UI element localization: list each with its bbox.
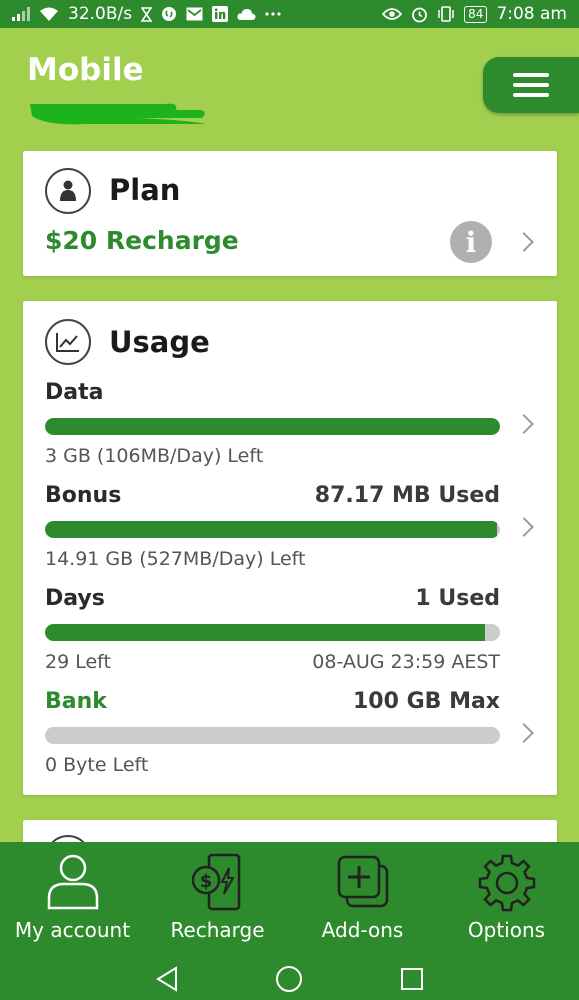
data-label: Data bbox=[45, 380, 104, 405]
usage-title: Usage bbox=[109, 325, 210, 359]
status-bar: 32.0B/s 84 7:08 am bbox=[0, 0, 579, 28]
signal-icon bbox=[12, 7, 30, 21]
network-speed: 32.0B/s bbox=[68, 4, 133, 24]
person-icon bbox=[47, 854, 98, 910]
bank-remaining: 0 Byte Left bbox=[45, 754, 149, 776]
svg-text:$: $ bbox=[199, 871, 212, 892]
bank-label: Bank bbox=[45, 689, 107, 714]
wifi-icon bbox=[39, 7, 59, 22]
bonus-used: 87.17 MB Used bbox=[314, 483, 500, 508]
redaction-scribble bbox=[30, 103, 206, 125]
bonus-progress-bar bbox=[45, 521, 500, 538]
bottom-nav: My account $ Recharge Add-ons Options bbox=[0, 842, 579, 957]
nav-label: Options bbox=[467, 918, 546, 942]
days-expiry: 08-AUG 23:59 AEST bbox=[312, 651, 500, 673]
chevron-right-icon bbox=[514, 232, 534, 252]
plan-title: Plan bbox=[109, 173, 181, 207]
menu-button[interactable] bbox=[483, 57, 579, 113]
gear-icon bbox=[478, 854, 535, 912]
home-icon[interactable] bbox=[274, 957, 304, 1000]
nav-label: My account bbox=[14, 918, 131, 942]
hourglass-icon bbox=[141, 6, 153, 22]
vibrate-icon bbox=[437, 6, 455, 22]
more-notifications-icon bbox=[265, 11, 281, 17]
system-nav-bar bbox=[0, 957, 579, 1000]
days-progress-bar bbox=[45, 624, 500, 641]
back-icon[interactable] bbox=[152, 957, 182, 1000]
nav-label: Add-ons bbox=[321, 918, 404, 942]
plan-card[interactable]: Plan $20 Recharge i bbox=[23, 151, 557, 276]
chevron-right-icon[interactable] bbox=[514, 723, 534, 743]
data-progress-bar bbox=[45, 418, 500, 435]
page-title: Mobile bbox=[27, 52, 144, 88]
nav-options[interactable]: Options bbox=[434, 842, 579, 957]
person-icon bbox=[45, 168, 91, 214]
days-used: 1 Used bbox=[415, 586, 500, 611]
bank-max: 100 GB Max bbox=[353, 689, 500, 714]
shazam-icon bbox=[161, 6, 177, 22]
gmail-icon bbox=[186, 7, 203, 21]
nav-recharge[interactable]: $ Recharge bbox=[145, 842, 290, 957]
nav-label: Recharge bbox=[170, 918, 265, 942]
battery-level: 84 bbox=[468, 6, 484, 21]
nav-my-account[interactable]: My account bbox=[0, 842, 145, 957]
cloud-icon bbox=[237, 8, 256, 21]
chart-line-icon bbox=[45, 319, 91, 365]
add-on-icon bbox=[337, 855, 388, 908]
days-remaining: 29 Left bbox=[45, 651, 111, 673]
days-label: Days bbox=[45, 586, 105, 611]
phone-recharge-icon: $ bbox=[191, 853, 240, 911]
linkedin-icon bbox=[212, 6, 229, 22]
data-remaining: 3 GB (106MB/Day) Left bbox=[45, 445, 264, 467]
bonus-label: Bonus bbox=[45, 483, 122, 508]
chevron-right-icon[interactable] bbox=[514, 414, 534, 434]
plan-name: $20 Recharge bbox=[45, 226, 239, 255]
clock: 7:08 am bbox=[496, 4, 567, 24]
nav-add-ons[interactable]: Add-ons bbox=[290, 842, 435, 957]
info-icon[interactable]: i bbox=[450, 221, 492, 263]
recents-icon[interactable] bbox=[397, 957, 427, 1000]
bonus-remaining: 14.91 GB (527MB/Day) Left bbox=[45, 548, 306, 570]
chevron-right-icon[interactable] bbox=[514, 517, 534, 537]
bank-progress-bar bbox=[45, 727, 500, 744]
alarm-icon bbox=[411, 6, 428, 23]
hamburger-icon bbox=[513, 73, 549, 97]
battery-icon: 84 bbox=[464, 5, 488, 23]
eye-icon bbox=[382, 7, 403, 21]
usage-card: Usage Data 3 GB (106MB/Day) Left Bonus 8… bbox=[23, 301, 557, 795]
